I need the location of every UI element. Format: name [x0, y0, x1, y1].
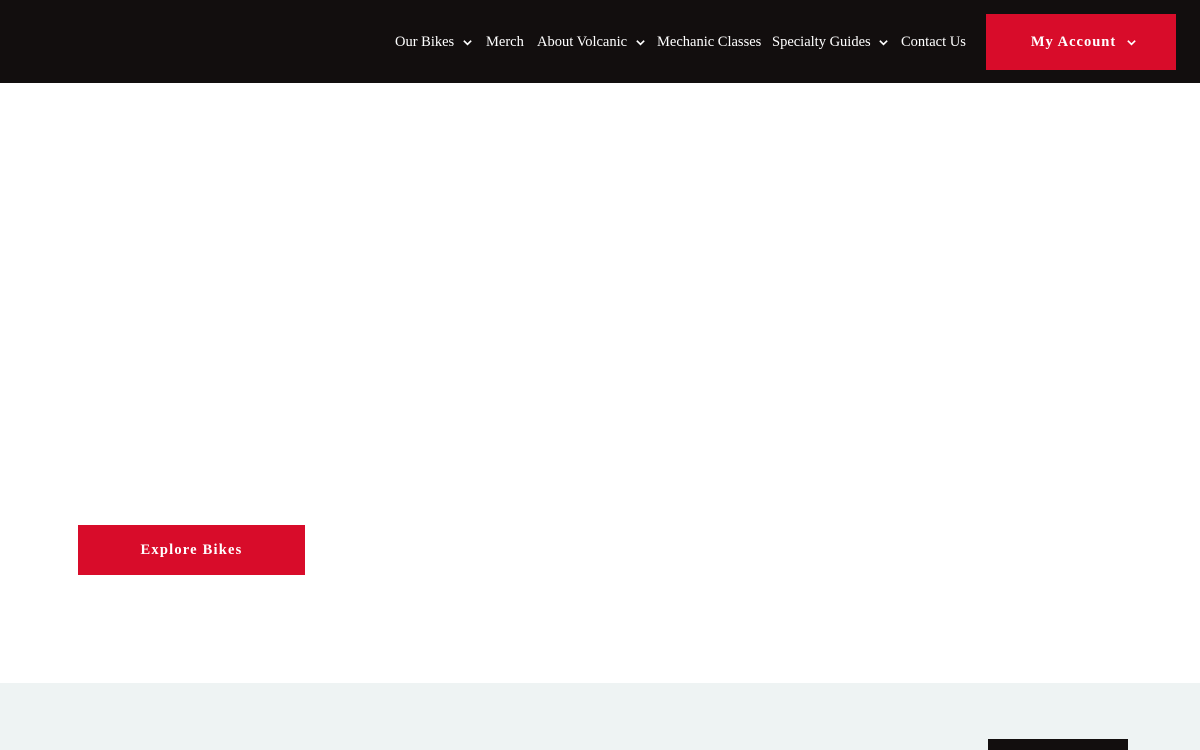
chevron-down-icon [461, 36, 473, 48]
nav-item-label: Merch [486, 33, 524, 50]
nav-item-mechanic-classes[interactable]: Mechanic Classes [657, 32, 761, 52]
chevron-down-icon [634, 36, 646, 48]
chevron-down-icon [1125, 36, 1137, 48]
my-account-button[interactable]: My Account [986, 14, 1176, 70]
nav-item-about-volcanic[interactable]: About Volcanic [537, 32, 646, 52]
explore-bikes-label: Explore Bikes [140, 541, 243, 558]
nav-item-label: Contact Us [901, 33, 966, 50]
site-header: Our Bikes Merch About Volcanic Mechanic … [0, 0, 1200, 83]
nav-item-label: Our Bikes [395, 33, 455, 50]
explore-bikes-button[interactable]: Explore Bikes [78, 525, 305, 575]
nav-item-contact-us[interactable]: Contact Us [901, 32, 966, 52]
nav-item-label: About Volcanic [537, 33, 628, 50]
nav-item-label: Mechanic Classes [657, 33, 762, 50]
nav-item-label: Specialty Guides [772, 33, 871, 50]
hero-section [0, 83, 1200, 683]
section-dark-block [988, 739, 1128, 750]
nav-item-specialty-guides[interactable]: Specialty Guides [772, 32, 890, 52]
nav-item-merch[interactable]: Merch [486, 32, 524, 52]
nav-item-our-bikes[interactable]: Our Bikes [395, 32, 473, 52]
chevron-down-icon [878, 36, 890, 48]
my-account-label: My Account [1030, 33, 1117, 50]
